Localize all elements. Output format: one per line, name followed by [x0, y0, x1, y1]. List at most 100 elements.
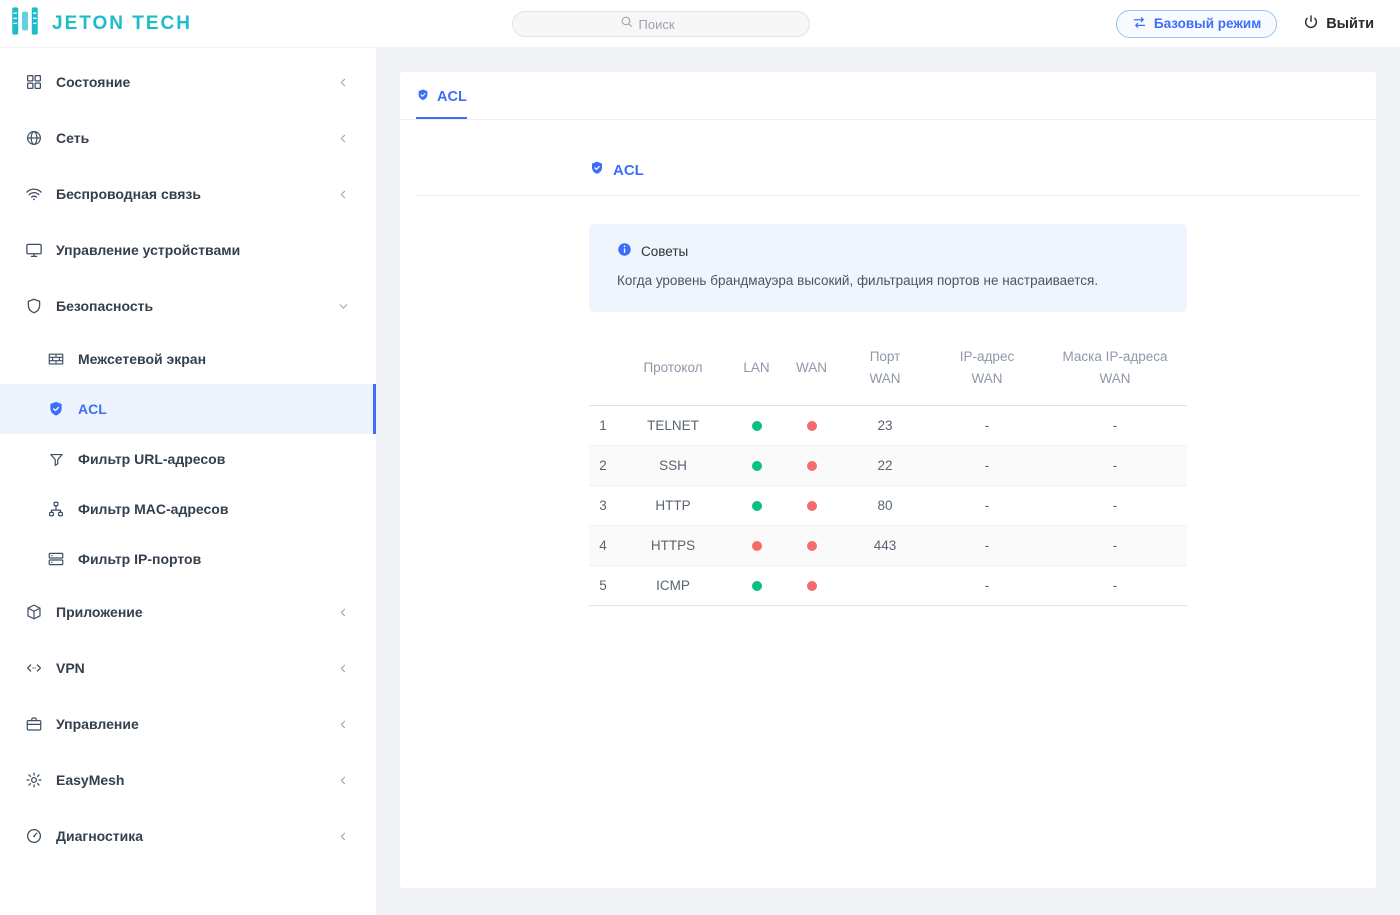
col-port-wan: Порт WAN [839, 338, 931, 405]
chevron-left-icon [337, 718, 350, 731]
sidebar-item-label: Беспроводная связь [56, 186, 201, 202]
mask-cell: - [1043, 525, 1187, 565]
sidebar-item-label: ACL [78, 401, 107, 417]
col-ip-wan: IP-адрес WAN [931, 338, 1043, 405]
tips-box: Советы Когда уровень брандмауэра высокий… [589, 224, 1187, 312]
shield-check-icon [589, 160, 605, 180]
ip-cell: - [931, 525, 1043, 565]
col-lan: LAN [729, 338, 784, 405]
sidebar-item-label: Управление [56, 716, 139, 732]
row-index: 5 [589, 565, 617, 605]
lan-cell [729, 565, 784, 605]
swap-arrows-icon [1132, 15, 1147, 33]
col-wan: WAN [784, 338, 839, 405]
mask-cell: - [1043, 485, 1187, 525]
sidebar-item-device-management[interactable]: Управление устройствами [0, 222, 376, 278]
sidebar-item-security[interactable]: Безопасность [0, 278, 376, 334]
tab-bar: ACL [400, 72, 1376, 120]
sidebar-item-status[interactable]: Состояние [0, 54, 376, 110]
sidebar-item-label: Управление устройствами [56, 242, 240, 258]
shield-check-icon [46, 400, 66, 418]
sidebar-item-label: Фильтр URL-адресов [78, 451, 225, 467]
chevron-left-icon [337, 662, 350, 675]
lan-cell [729, 405, 784, 445]
package-icon [24, 603, 44, 621]
wan-status-dot [807, 501, 817, 511]
monitor-icon [24, 241, 44, 259]
protocol-cell: HTTP [617, 485, 729, 525]
sidebar-item-label: Фильтр MAC-адресов [78, 501, 228, 517]
port-cell [839, 565, 931, 605]
tips-title: Советы [641, 244, 688, 259]
wan-cell [784, 565, 839, 605]
vpn-arrows-icon [24, 659, 44, 677]
ip-cell: - [931, 565, 1043, 605]
section-title: ACL [589, 160, 1187, 180]
col-mask-wan: Маска IP-адреса WAN [1043, 338, 1187, 405]
sidebar-item-application[interactable]: Приложение [0, 584, 376, 640]
logout-label: Выйти [1326, 16, 1374, 32]
sidebar-item-ip-port-filter[interactable]: Фильтр IP-портов [0, 534, 376, 584]
sidebar-item-url-filter[interactable]: Фильтр URL-адресов [0, 434, 376, 484]
search-input[interactable] [639, 17, 703, 32]
sidebar-item-network[interactable]: Сеть [0, 110, 376, 166]
sidebar-item-firewall[interactable]: Межсетевой экран [0, 334, 376, 384]
sidebar-item-label: Безопасность [56, 298, 153, 314]
server-ports-icon [46, 550, 66, 568]
row-index: 1 [589, 405, 617, 445]
sidebar-item-label: Состояние [56, 74, 130, 90]
sidebar-item-label: VPN [56, 660, 85, 676]
sidebar-item-mac-filter[interactable]: Фильтр MAC-адресов [0, 484, 376, 534]
info-icon [617, 242, 632, 260]
sidebar-item-management[interactable]: Управление [0, 696, 376, 752]
tab-acl-label: ACL [437, 89, 467, 105]
col-protocol: Протокол [617, 338, 729, 405]
sidebar-item-vpn[interactable]: VPN [0, 640, 376, 696]
tab-acl[interactable]: ACL [416, 88, 467, 119]
table-row: 4 HTTPS 443 - - [589, 525, 1187, 565]
lan-status-dot [752, 541, 762, 551]
table-row: 5 ICMP - - [589, 565, 1187, 605]
ip-cell: - [931, 485, 1043, 525]
lan-cell [729, 485, 784, 525]
section-divider [416, 195, 1360, 196]
dashboard-icon [24, 73, 44, 91]
chevron-left-icon [337, 132, 350, 145]
sidebar-item-label: Фильтр IP-портов [78, 551, 201, 567]
protocol-cell: HTTPS [617, 525, 729, 565]
globe-icon [24, 129, 44, 147]
lan-status-dot [752, 421, 762, 431]
shield-icon [24, 297, 44, 315]
sidebar: Состояние Сеть [0, 48, 376, 915]
sidebar-item-label: Приложение [56, 604, 143, 620]
table-row: 2 SSH 22 - - [589, 445, 1187, 485]
ip-cell: - [931, 405, 1043, 445]
briefcase-icon [24, 715, 44, 733]
search-icon [620, 15, 633, 33]
basic-mode-button[interactable]: Базовый режим [1116, 10, 1277, 38]
sidebar-item-acl[interactable]: ACL [0, 384, 376, 434]
port-cell: 22 [839, 445, 931, 485]
chevron-left-icon [337, 830, 350, 843]
sidebar-item-label: Сеть [56, 130, 89, 146]
search-box[interactable] [512, 11, 810, 37]
brand-logo-text: JETON TECH [52, 13, 192, 35]
brand-logo: JETON TECH [0, 4, 376, 43]
sidebar-item-label: EasyMesh [56, 772, 124, 788]
shield-check-icon [416, 88, 430, 106]
lan-status-dot [752, 461, 762, 471]
tips-header: Советы [617, 242, 1159, 260]
wan-cell [784, 525, 839, 565]
basic-mode-label: Базовый режим [1154, 16, 1261, 31]
table-header-row: Протокол LAN WAN Порт WAN IP-адрес WAN М… [589, 338, 1187, 405]
top-header: JETON TECH Базовый режим Выйти [0, 0, 1400, 48]
logout-button[interactable]: Выйти [1303, 14, 1374, 34]
port-cell: 443 [839, 525, 931, 565]
mask-cell: - [1043, 565, 1187, 605]
sidebar-item-wireless[interactable]: Беспроводная связь [0, 166, 376, 222]
funnel-icon [46, 451, 66, 468]
sidebar-item-easymesh[interactable]: EasyMesh [0, 752, 376, 808]
sidebar-item-diagnostics[interactable]: Диагностика [0, 808, 376, 864]
row-index: 3 [589, 485, 617, 525]
chevron-left-icon [337, 606, 350, 619]
